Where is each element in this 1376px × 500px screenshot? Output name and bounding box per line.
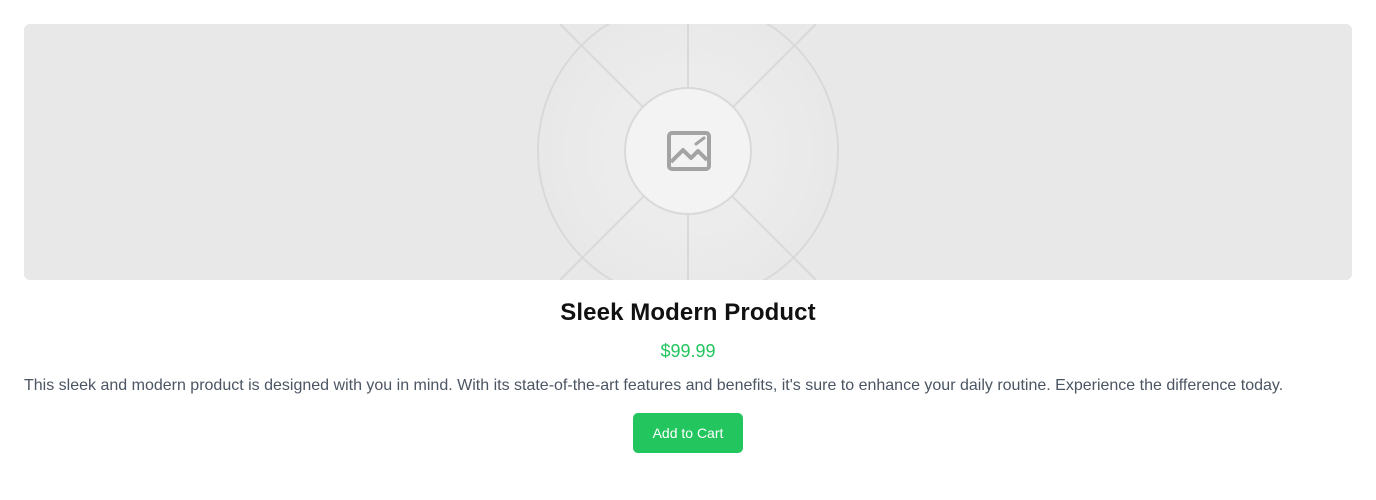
product-card: Sleek Modern Product $99.99 This sleek a…	[0, 0, 1376, 500]
product-price: $99.99	[660, 341, 716, 361]
product-image-placeholder	[24, 24, 1352, 280]
button-row: Add to Cart	[24, 413, 1352, 453]
add-to-cart-button[interactable]: Add to Cart	[633, 413, 743, 453]
image-icon	[667, 131, 711, 171]
product-description: This sleek and modern product is designe…	[24, 377, 1284, 394]
product-title: Sleek Modern Product	[560, 299, 816, 326]
